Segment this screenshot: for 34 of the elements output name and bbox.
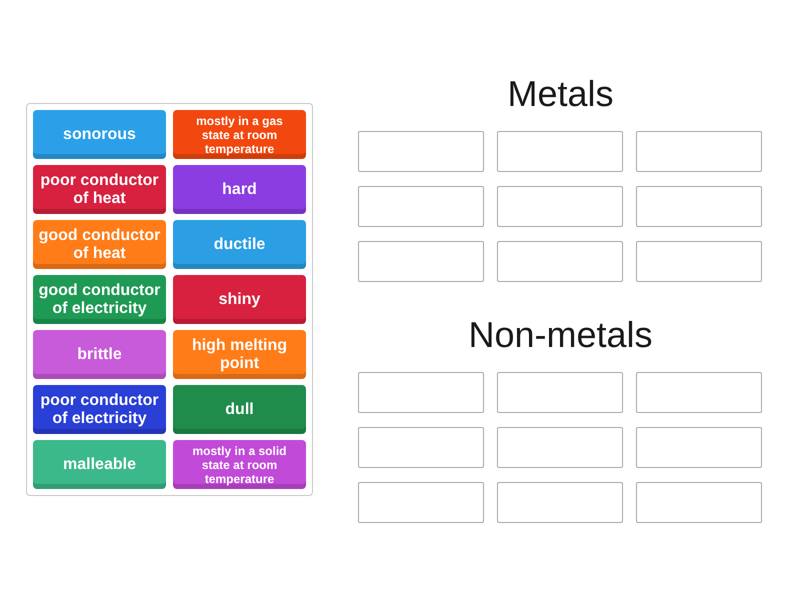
term-tile[interactable]: sonorous xyxy=(33,110,166,159)
drop-slot[interactable] xyxy=(636,372,762,413)
group-title: Metals xyxy=(507,72,614,116)
term-tile[interactable]: good conductor of heat xyxy=(33,220,166,269)
term-tile[interactable]: poor conductor of heat xyxy=(33,165,166,214)
term-tile[interactable]: mostly in a solid state at room temperature xyxy=(173,440,306,489)
drop-slot[interactable] xyxy=(497,372,623,413)
term-tile[interactable]: brittle xyxy=(33,330,166,379)
term-tile[interactable]: shiny xyxy=(173,275,306,324)
drop-slot[interactable] xyxy=(636,131,762,172)
drop-slot[interactable] xyxy=(636,241,762,282)
drop-slot[interactable] xyxy=(497,427,623,468)
drop-slot[interactable] xyxy=(636,427,762,468)
term-tile[interactable]: high melting point xyxy=(173,330,306,379)
term-tile[interactable]: malleable xyxy=(33,440,166,489)
term-tile[interactable]: good conductor of electricity xyxy=(33,275,166,324)
term-tile[interactable]: mostly in a gas state at room temperature xyxy=(173,110,306,159)
drop-slot[interactable] xyxy=(497,482,623,523)
drop-slot[interactable] xyxy=(497,131,623,172)
drop-slot[interactable] xyxy=(358,186,484,227)
term-tile[interactable]: poor conductor of electricity xyxy=(33,385,166,434)
term-tile[interactable]: ductile xyxy=(173,220,306,269)
drop-slot[interactable] xyxy=(636,186,762,227)
drop-slot[interactable] xyxy=(497,186,623,227)
drop-slot[interactable] xyxy=(497,241,623,282)
drop-slot[interactable] xyxy=(358,241,484,282)
drop-slot[interactable] xyxy=(358,427,484,468)
drop-slot[interactable] xyxy=(636,482,762,523)
term-tile[interactable]: dull xyxy=(173,385,306,434)
drop-slot[interactable] xyxy=(358,482,484,523)
drop-slot[interactable] xyxy=(358,372,484,413)
group-title: Non-metals xyxy=(468,313,653,357)
drop-slot[interactable] xyxy=(358,131,484,172)
term-tile[interactable]: hard xyxy=(173,165,306,214)
